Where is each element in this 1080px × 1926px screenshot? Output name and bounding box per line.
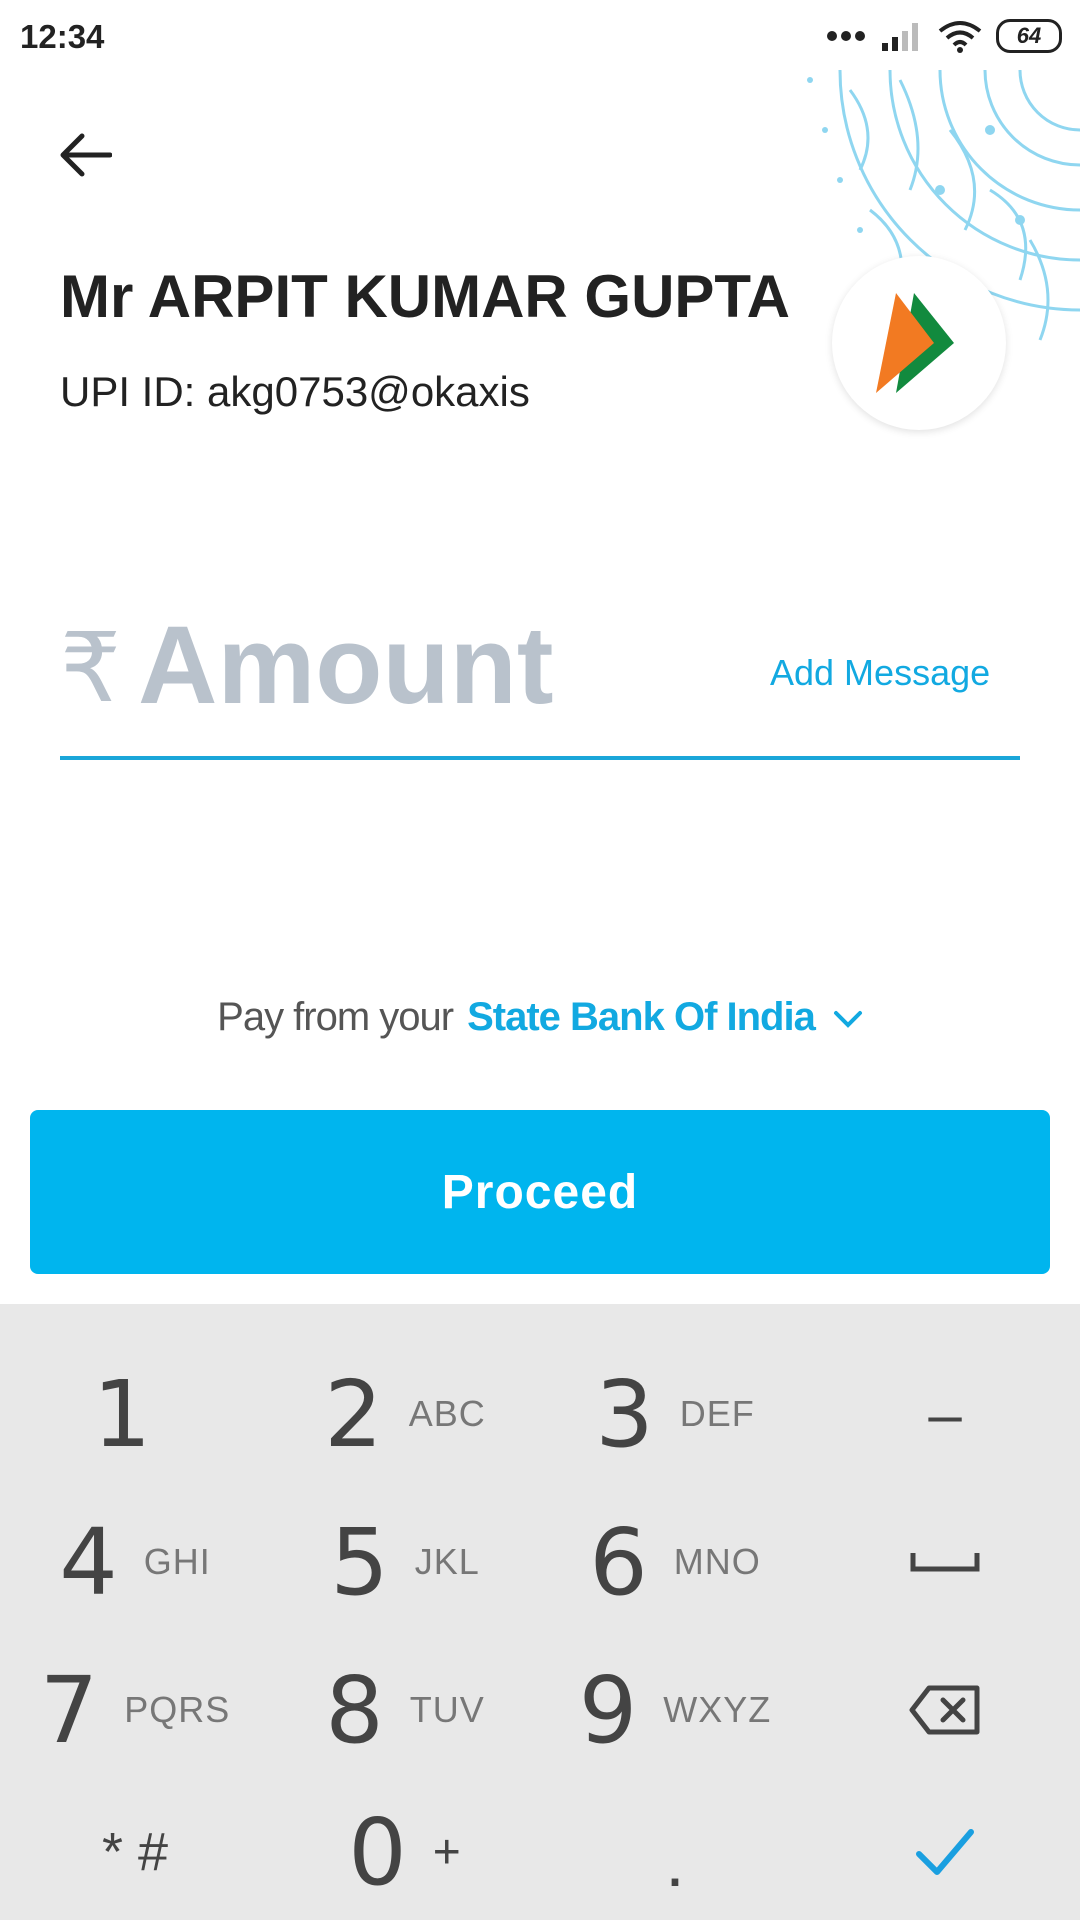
key-1[interactable]: 1 bbox=[0, 1340, 270, 1488]
key-digit: 5 bbox=[330, 1508, 389, 1616]
key-digit: 4 bbox=[59, 1508, 118, 1616]
status-time: 12:34 bbox=[20, 18, 105, 55]
key-digit: 9 bbox=[578, 1656, 638, 1764]
key-0[interactable]: 0 + bbox=[270, 1778, 540, 1926]
key-letters: JKL bbox=[414, 1541, 480, 1582]
backspace-icon bbox=[909, 1685, 980, 1735]
key-symbol: * # bbox=[101, 1822, 169, 1882]
key-7[interactable]: 7 PQRS bbox=[0, 1636, 270, 1784]
signal-icon bbox=[882, 23, 918, 51]
upi-id-value: akg0753@okaxis bbox=[207, 368, 530, 415]
amount-underline bbox=[60, 756, 1020, 760]
key-digit: 0 bbox=[348, 1798, 407, 1906]
space-icon bbox=[910, 1553, 980, 1572]
key-letters: GHI bbox=[143, 1541, 211, 1582]
key-symbol: . bbox=[665, 1823, 685, 1901]
bank-name: State Bank Of India bbox=[467, 995, 816, 1039]
bank-selector[interactable]: State Bank Of India bbox=[467, 995, 863, 1039]
rupee-icon: ₹ bbox=[60, 612, 122, 724]
status-icons: 64 bbox=[826, 14, 1062, 58]
key-8[interactable]: 8 TUV bbox=[270, 1636, 540, 1784]
key-letters: TUV bbox=[409, 1689, 485, 1730]
battery-indicator: 64 bbox=[996, 19, 1062, 53]
add-message-link[interactable]: Add Message bbox=[770, 652, 990, 694]
pay-from-row: Pay from your State Bank Of India bbox=[0, 995, 1080, 1040]
key-symbol: – bbox=[928, 1380, 962, 1448]
more-dots-icon bbox=[827, 31, 865, 41]
check-icon bbox=[916, 1829, 974, 1875]
key-letters: PQRS bbox=[124, 1689, 231, 1730]
numeric-keypad: 1 2 ABC 3 DEF – 4 GHI 5 JKL 6 MNO 7 PQRS… bbox=[0, 1304, 1080, 1920]
amount-input[interactable] bbox=[138, 600, 738, 730]
key-letters: MNO bbox=[673, 1541, 761, 1582]
key-star-hash[interactable]: * # bbox=[0, 1778, 270, 1926]
chevron-down-icon bbox=[833, 1011, 862, 1029]
key-9[interactable]: 9 WXYZ bbox=[540, 1636, 810, 1784]
key-backspace[interactable] bbox=[810, 1636, 1080, 1784]
payee-name: Mr ARPIT KUMAR GUPTA bbox=[60, 263, 790, 330]
upi-id-label: UPI ID: bbox=[60, 368, 196, 415]
status-bar: 12:34 64 bbox=[0, 0, 1080, 72]
back-arrow-icon bbox=[60, 133, 112, 177]
key-digit: 1 bbox=[92, 1360, 152, 1468]
upi-id-line: UPI ID: akg0753@okaxis bbox=[60, 368, 530, 416]
wifi-icon bbox=[938, 21, 982, 53]
key-minus[interactable]: – bbox=[810, 1340, 1080, 1488]
key-5[interactable]: 5 JKL bbox=[270, 1488, 540, 1636]
key-6[interactable]: 6 MNO bbox=[540, 1488, 810, 1636]
back-button[interactable] bbox=[50, 120, 120, 190]
key-space[interactable] bbox=[810, 1488, 1080, 1636]
key-digit: 6 bbox=[589, 1508, 648, 1616]
key-digit: 3 bbox=[595, 1360, 654, 1468]
key-letters: WXYZ bbox=[663, 1689, 772, 1730]
key-digit: 8 bbox=[325, 1656, 384, 1764]
key-digit: 2 bbox=[324, 1360, 383, 1468]
key-letters: DEF bbox=[679, 1393, 755, 1434]
key-done[interactable] bbox=[810, 1778, 1080, 1926]
key-2[interactable]: 2 ABC bbox=[270, 1340, 540, 1488]
key-letters: + bbox=[432, 1825, 462, 1879]
bhim-logo-icon bbox=[876, 293, 954, 393]
pay-from-label: Pay from your bbox=[217, 995, 454, 1039]
key-letters: ABC bbox=[408, 1393, 486, 1434]
key-digit: 7 bbox=[39, 1656, 99, 1764]
amount-row: ₹ Add Message bbox=[60, 600, 1020, 760]
key-4[interactable]: 4 GHI bbox=[0, 1488, 270, 1636]
bhim-logo bbox=[832, 256, 1006, 430]
key-3[interactable]: 3 DEF bbox=[540, 1340, 810, 1488]
key-dot[interactable]: . bbox=[540, 1778, 810, 1926]
proceed-button[interactable]: Proceed bbox=[30, 1110, 1050, 1274]
